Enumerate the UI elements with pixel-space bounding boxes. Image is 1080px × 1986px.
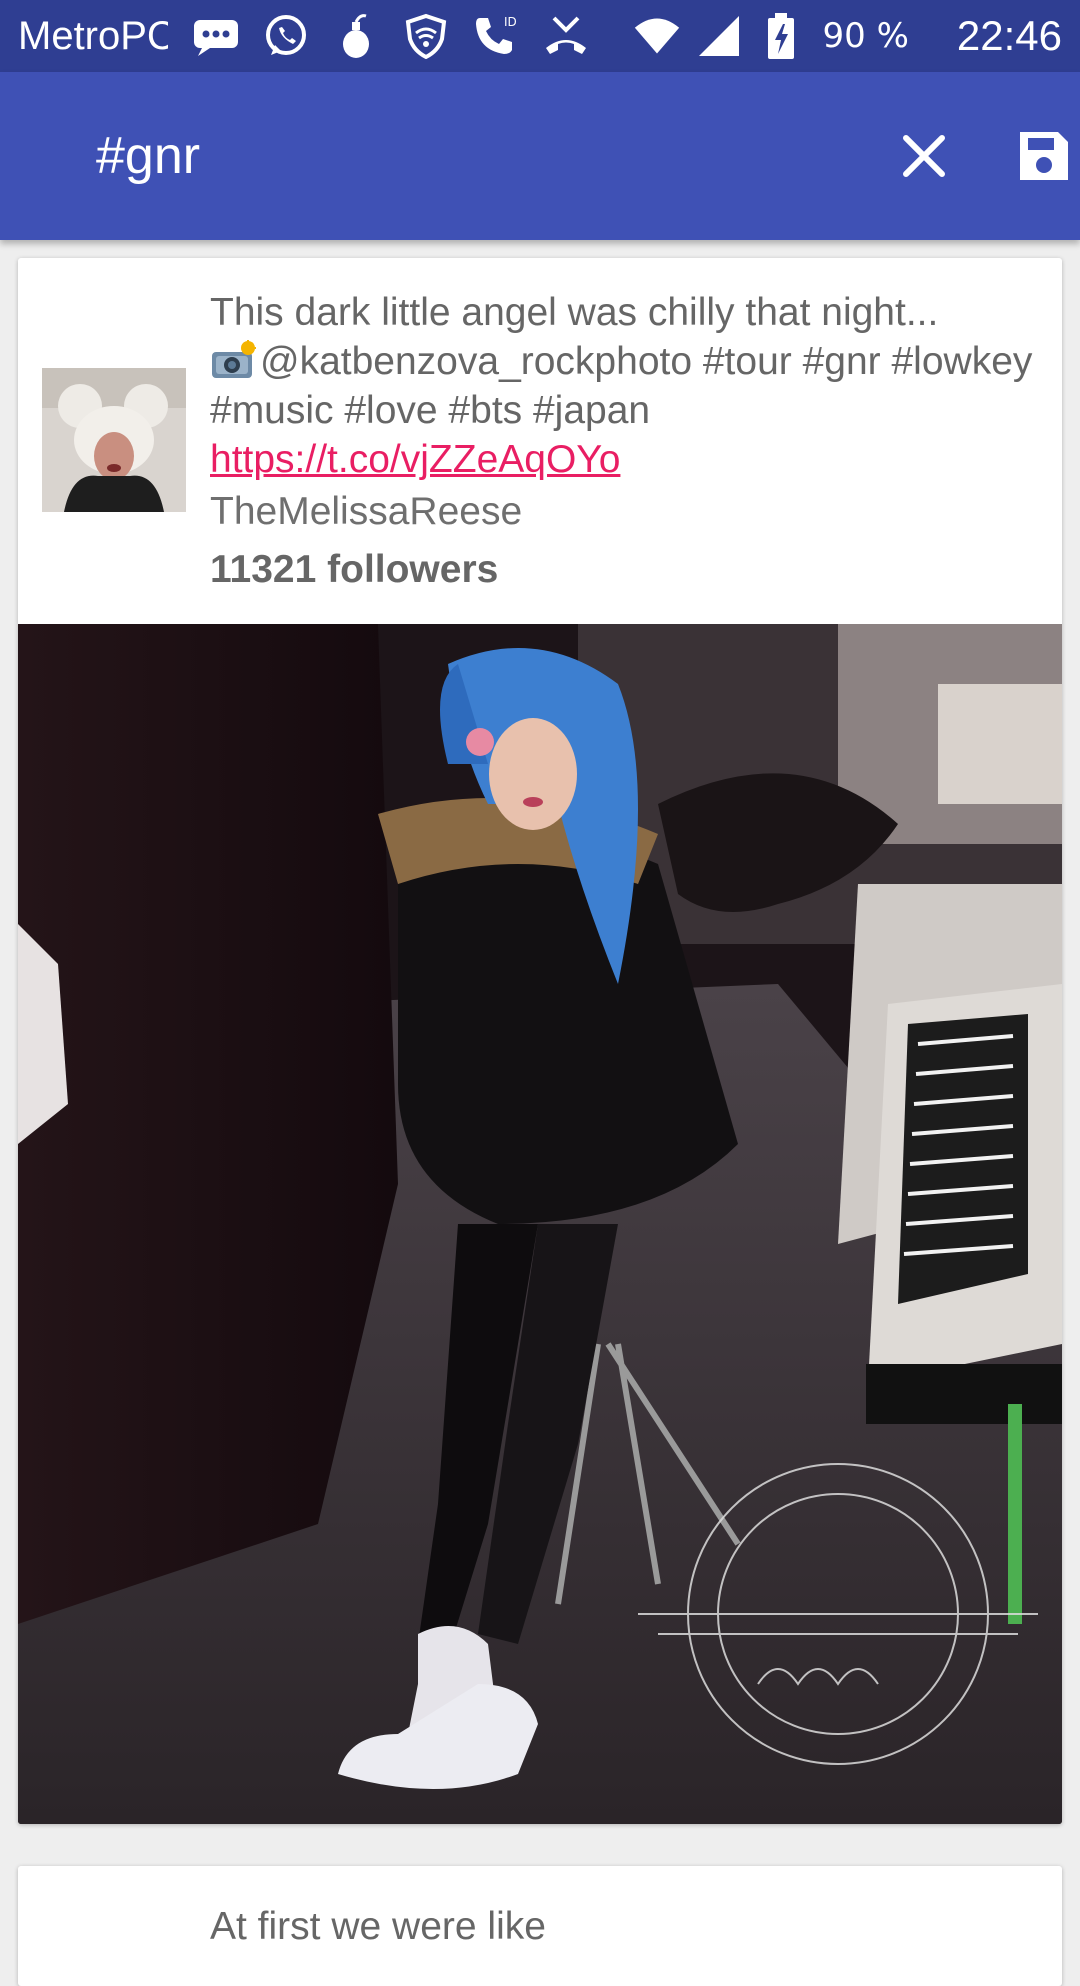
tweet-text-intro: At first we were like <box>210 1905 546 1948</box>
whatsapp-icon <box>262 12 310 60</box>
tweet-text: This dark little angel was chilly that n… <box>210 288 1040 484</box>
close-button[interactable] <box>876 108 972 204</box>
wifi-icon <box>633 12 681 60</box>
tweet-text: At first we were like <box>210 1902 1040 1951</box>
tweet-link[interactable]: https://t.co/vjZZeAqOYo <box>210 438 620 481</box>
close-icon <box>903 135 945 177</box>
battery-charging-icon <box>757 12 805 60</box>
tweet-card[interactable]: This dark little angel was chilly that n… <box>18 258 1062 1824</box>
system-icons: 90 % 22:46 <box>633 12 1062 60</box>
vpn-shield-icon <box>402 12 450 60</box>
bomb-icon <box>332 12 380 60</box>
camera-flash-icon <box>210 340 258 380</box>
clock: 22:46 <box>956 12 1062 59</box>
messages-icon <box>192 12 240 60</box>
save-button[interactable] <box>996 108 1080 204</box>
avatar[interactable] <box>42 368 186 512</box>
wifi-calling-icon: ID <box>472 12 520 60</box>
tweet-text-intro: This dark little angel was chilly that n… <box>210 291 939 334</box>
missed-call-icon <box>542 12 590 60</box>
status-bar: MetroPCS ID 90 % 22:46 <box>0 0 1080 72</box>
battery-percentage: 90 % <box>822 16 909 56</box>
carrier-name: MetroPCS <box>18 13 168 58</box>
tweet-text-body: @katbenzova_rockphoto #tour #gnr #lowkey… <box>210 340 1033 432</box>
username[interactable]: TheMelissaReese <box>210 490 522 534</box>
followers-count: 11321 followers <box>210 548 499 591</box>
search-query[interactable]: #gnr <box>96 126 200 186</box>
notification-icons: ID <box>192 12 590 60</box>
signal-icon <box>695 12 743 60</box>
tweet-card[interactable]: At first we were like <box>18 1866 1062 1986</box>
svg-text:ID: ID <box>504 15 517 29</box>
tweet-photo[interactable] <box>18 624 1062 1824</box>
app-bar: #gnr <box>0 72 1080 240</box>
save-icon <box>1020 132 1068 180</box>
